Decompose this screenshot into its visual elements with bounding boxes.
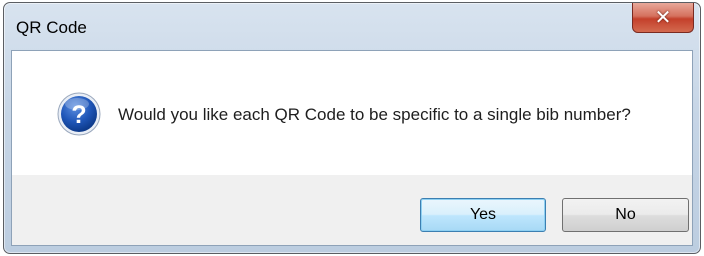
title-bar[interactable]: QR Code ✕ (4, 3, 700, 49)
close-icon: ✕ (654, 6, 672, 29)
dialog-title: QR Code (16, 18, 87, 37)
yes-button[interactable]: Yes (420, 198, 546, 232)
question-icon: ? (57, 92, 101, 136)
svg-text:?: ? (71, 101, 86, 129)
dialog-message: Would you like each QR Code to be specif… (118, 105, 631, 124)
dialog-body: ? Would you like each QR Code to be spec… (11, 50, 693, 246)
no-button[interactable]: No (562, 198, 689, 232)
message-area: ? Would you like each QR Code to be spec… (12, 51, 692, 175)
close-button[interactable]: ✕ (632, 3, 694, 33)
dialog-window: QR Code ✕ ? Would you like each QR Code … (3, 2, 701, 254)
